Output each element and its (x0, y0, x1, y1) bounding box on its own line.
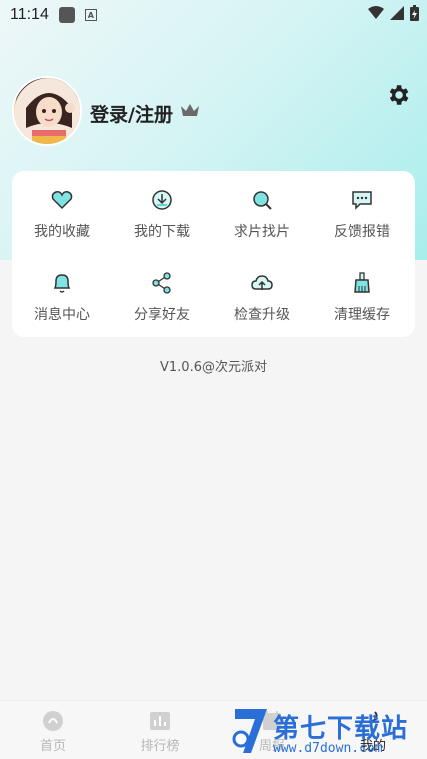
grid-item-upgrade[interactable]: 检查升级 (212, 254, 312, 334)
home-icon (43, 711, 63, 731)
status-bar: 11:14 A (0, 0, 427, 30)
status-time: 11:14 (10, 6, 49, 23)
grid-item-label: 我的下载 (134, 224, 190, 240)
notification-icon (58, 7, 75, 23)
upgrade-icon (251, 275, 273, 290)
grid-item-label: 检查升级 (234, 307, 290, 323)
grid-item-share[interactable]: 分享好友 (112, 254, 212, 334)
grid-item-request-film[interactable]: 求片找片 (212, 171, 312, 251)
heart-icon (51, 191, 73, 210)
a-badge-icon: A (84, 9, 97, 21)
watermark: 第七下载站 www.d7down.com (231, 705, 427, 759)
grid-item-label: 求片找片 (234, 224, 290, 240)
battery-icon (410, 5, 419, 21)
bell-icon (53, 274, 71, 293)
watermark-url: www.d7down.com (273, 741, 383, 756)
chart-icon (150, 712, 170, 730)
share-icon (152, 272, 171, 294)
watermark-logo-icon (232, 709, 267, 753)
tab-ranking[interactable]: 排行榜 (110, 709, 210, 754)
feedback-icon (352, 191, 372, 210)
grid-item-label: 分享好友 (134, 307, 190, 323)
profile-section: 登录/注册 (12, 76, 415, 148)
grid-item-downloads[interactable]: 我的下载 (112, 171, 212, 251)
wifi-icon (368, 6, 384, 19)
grid-item-label: 我的收藏 (34, 224, 90, 240)
login-register-link[interactable]: 登录/注册 (90, 100, 173, 127)
avatar-illustration-icon (14, 78, 80, 144)
signal-icon (390, 6, 404, 20)
grid-item-label: 消息中心 (34, 307, 90, 323)
search-film-icon (253, 191, 272, 210)
feature-grid: 我的收藏 我的下载 求片找片 反馈报错 消息中心 分享好友 检查升级 清理缓存 (12, 171, 415, 337)
grid-item-clear-cache[interactable]: 清理缓存 (312, 254, 412, 334)
grid-item-label: 反馈报错 (334, 224, 390, 240)
tab-label: 首页 (39, 739, 66, 754)
crown-icon (181, 104, 199, 116)
tab-label: 排行榜 (140, 739, 180, 754)
version-text: V1.0.6@次元派对 (160, 360, 267, 375)
tab-home[interactable]: 首页 (3, 709, 103, 754)
grid-item-messages[interactable]: 消息中心 (12, 254, 112, 334)
avatar[interactable] (12, 76, 82, 146)
broom-icon (354, 272, 370, 293)
grid-item-label: 清理缓存 (334, 307, 390, 323)
gear-icon[interactable] (385, 82, 411, 108)
download-icon (152, 190, 172, 210)
grid-item-favorites[interactable]: 我的收藏 (12, 171, 112, 251)
grid-item-feedback[interactable]: 反馈报错 (312, 171, 412, 251)
watermark-title: 第七下载站 (273, 714, 409, 744)
